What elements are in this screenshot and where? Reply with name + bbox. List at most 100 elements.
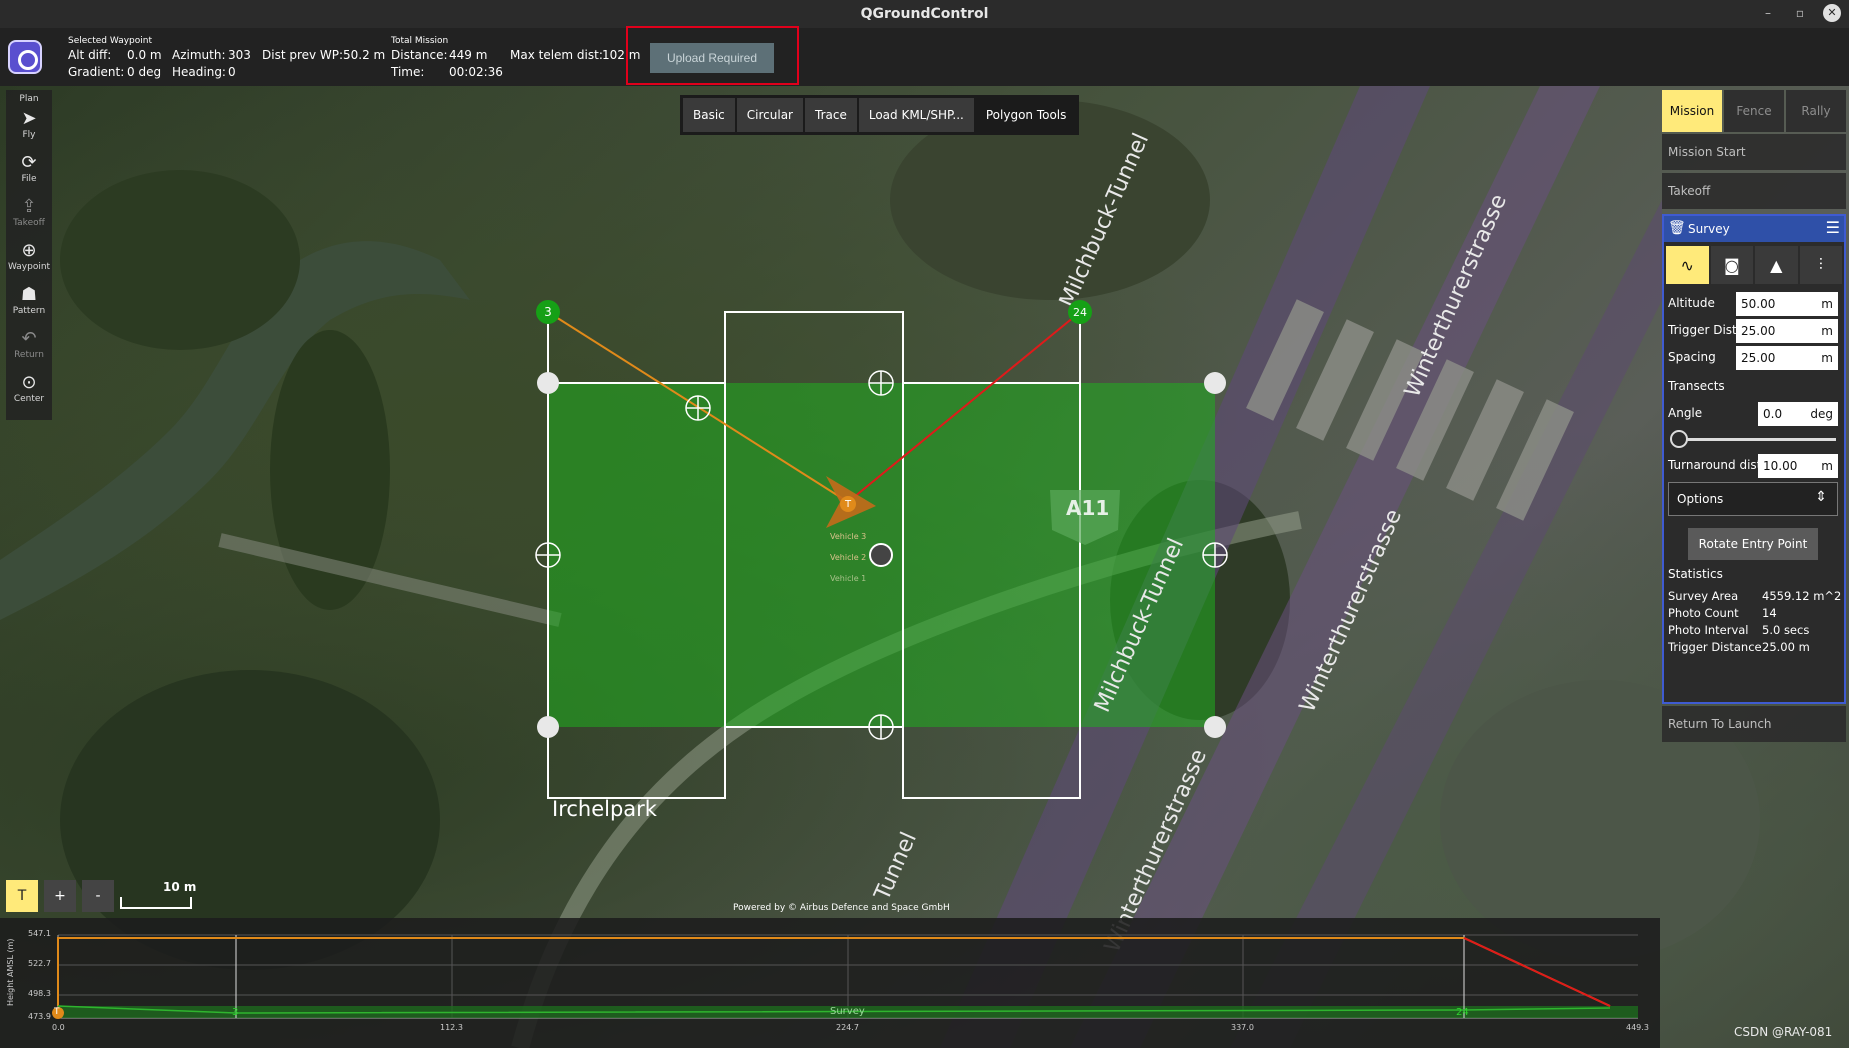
angle-slider-knob[interactable] [1670,430,1688,448]
close-icon[interactable]: ✕ [1823,4,1841,22]
altitude-field[interactable]: 50.00 m [1736,292,1838,316]
takeoff-icon: ⇪ [21,196,37,217]
waypoint-marker-24[interactable]: 24 [1068,300,1092,324]
angle-value: 0.0 [1763,407,1783,421]
angle-unit: deg [1810,407,1833,421]
trigger-dist-unit: m [1821,324,1833,338]
profile-marker-t: T [54,1007,60,1017]
settings-sliders-tab-icon[interactable]: ⫶ [1799,246,1842,284]
profile-xtick: 0.0 [52,1023,65,1032]
stat-value: 4559.12 m^2 [1762,589,1842,603]
window-title: QGroundControl [860,6,989,22]
csdn-watermark: CSDN @RAY-081 [1734,1025,1833,1039]
turnaround-label: Turnaround dist [1668,458,1762,472]
polygon-vertex-handle[interactable] [537,372,559,394]
qgc-window: { "window": { "title": "QGroundControl",… [0,0,1849,1048]
basic-button[interactable]: Basic [683,98,735,132]
turnaround-value: 10.00 [1763,459,1798,473]
profile-xtick: 449.3 [1626,1023,1649,1032]
dist-prev-value: 50.2 m [343,48,386,62]
profile-xtick: 224.7 [836,1023,859,1032]
tool-return[interactable]: ↶ Return [6,328,52,361]
spacing-field[interactable]: 25.00 m [1736,346,1838,370]
return-icon: ↶ [21,328,37,349]
takeoff-item[interactable]: Takeoff [1662,173,1846,209]
circular-button[interactable]: Circular [736,98,803,132]
angle-slider-track[interactable] [1678,438,1836,441]
polygon-tools-bar: Basic Circular Trace Load KML/SHP... Pol… [680,95,1080,135]
stat-key: Survey Area [1668,589,1739,603]
plan-tool-strip: Plan ➤ Fly ⟳ File ⇪ Takeoff ⊕ Waypoint ☗… [6,90,52,420]
spacing-value: 25.00 [1741,351,1776,365]
polygon-vertex-handle[interactable] [537,716,559,738]
window-controls: – ▫ ✕ [1759,4,1841,22]
return-to-launch-item[interactable]: Return To Launch [1662,706,1846,742]
transects-label: Transects [1668,379,1725,393]
selected-waypoint-title: Selected Waypoint [68,36,152,46]
plan-header: Plan [19,94,39,104]
polygon-tools-label: Polygon Tools [975,98,1077,132]
tool-pattern[interactable]: ☗ Pattern [6,286,52,317]
load-kml-button[interactable]: Load KML/SHP... [858,98,974,132]
transects-tab-icon[interactable]: ∿ [1666,246,1709,284]
center-icon: ⊙ [21,372,37,393]
survey-header[interactable]: 🗑 Survey ☰ [1664,216,1844,242]
mission-start-item[interactable]: Mission Start [1662,134,1846,170]
camera-tab-icon[interactable]: ◙ [1710,246,1753,284]
tool-waypoint[interactable]: ⊕ Waypoint [6,240,52,273]
spacing-label: Spacing [1668,350,1716,364]
options-collapsible[interactable]: Options ⇕ [1668,482,1838,516]
tool-center[interactable]: ⊙ Center [6,372,52,405]
trigger-dist-field[interactable]: 25.00 m [1736,319,1838,343]
profile-survey-label: Survey [830,1006,865,1017]
trash-icon[interactable]: 🗑 [1668,220,1686,236]
azimuth-value: 303 [228,48,251,62]
polygon-vertex-handle[interactable] [1204,716,1226,738]
turnaround-field[interactable]: 10.00 m [1758,454,1838,478]
tool-file[interactable]: ⟳ File [6,154,52,185]
trace-button[interactable]: Trace [805,98,857,132]
top-toolbar: Selected Waypoint Alt diff: 0.0 m Azimut… [0,28,1849,86]
polygon-center-handle[interactable] [869,543,893,567]
minimize-icon[interactable]: – [1759,6,1777,20]
qgc-logo-icon[interactable] [8,40,42,74]
map-scale-bar [120,897,192,909]
stat-key: Photo Count [1668,606,1739,620]
zoom-out-button[interactable]: - [82,880,114,912]
tab-rally[interactable]: Rally [1786,90,1846,132]
terrain-profile-chart [52,934,1638,1019]
mission-panel: Mission Fence Rally Mission Start Takeof… [1662,90,1846,745]
polygon-vertex-handle[interactable] [1204,372,1226,394]
tab-fence[interactable]: Fence [1724,90,1784,132]
maximize-icon[interactable]: ▫ [1791,6,1809,20]
stat-value: 14 [1762,606,1777,620]
upload-highlight-box [626,26,799,85]
waypoint-plus-icon: ⊕ [21,240,37,261]
angle-field[interactable]: 0.0 deg [1758,402,1838,426]
vehicle-label: Vehicle 2 [830,553,867,562]
takeoff-marker[interactable]: T [840,496,856,512]
map-label-a11: A11 [1066,496,1110,520]
expand-chevron-icon: ⇕ [1815,489,1827,505]
map-attribution: Powered by © Airbus Defence and Space Gm… [733,903,950,913]
distance-value: 449 m [449,48,488,62]
waypoint-marker-3[interactable]: 3 [536,300,560,324]
altitude-label: Altitude [1668,296,1715,310]
alt-diff-label: Alt diff: [68,48,112,62]
rotate-entry-point-button[interactable]: Rotate Entry Point [1688,528,1818,560]
zoom-t-button[interactable]: T [6,880,38,912]
stat-value: 25.00 m [1762,640,1810,654]
profile-xtick: 337.0 [1231,1023,1254,1032]
total-mission-title: Total Mission [391,36,449,46]
tab-mission[interactable]: Mission [1662,90,1722,132]
bridge-path [218,533,562,627]
tool-takeoff[interactable]: ⇪ Takeoff [6,196,52,229]
zoom-in-button[interactable]: + [44,880,76,912]
map-scale-label: 10 m [163,880,197,894]
survey-section-tabs: ∿ ◙ ▲ ⫶ [1666,246,1842,284]
tool-fly[interactable]: ➤ Fly [6,110,52,141]
terrain-tab-icon[interactable]: ▲ [1755,246,1798,284]
hamburger-menu-icon[interactable]: ☰ [1826,218,1840,237]
dist-prev-label: Dist prev WP: [262,48,344,62]
title-bar: QGroundControl – ▫ ✕ [0,0,1849,28]
